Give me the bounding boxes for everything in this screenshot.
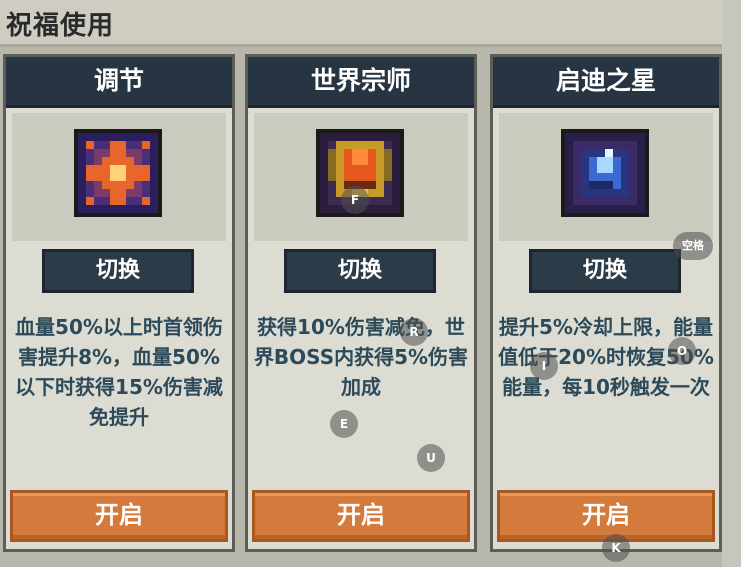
card-description: 获得10%伤害减免，世界BOSS内获得5%伤害加成 [253, 315, 469, 399]
window-title: 祝福使用 [6, 11, 115, 41]
key-hint-u: U [417, 444, 445, 472]
key-hint-i: I [530, 352, 558, 380]
blessing-card-1: 调节 切换 血量50%以上时首领伤害提升8%，血量50%以下时获得15%伤害减免… [3, 54, 235, 552]
key-hint-space: 空格 [673, 232, 713, 260]
open-button[interactable]: 开启 [10, 490, 228, 542]
key-hint-r: R [400, 318, 428, 346]
switch-button[interactable]: 切换 [529, 249, 681, 293]
blue-crystal-icon [561, 129, 649, 217]
radiant-star-icon [74, 129, 162, 217]
switch-button[interactable]: 切换 [42, 249, 194, 293]
key-hint-f: F [341, 186, 369, 214]
blessing-card-2: 世界宗师 切换 获得10%伤害减免，世界BOSS内获得5%伤害加成 开启 [245, 54, 477, 552]
card-description: 血量50%以上时首领伤害提升8%，血量50%以下时获得15%伤害减免提升 [15, 315, 223, 429]
open-button[interactable]: 开启 [252, 490, 470, 542]
switch-button[interactable]: 切换 [284, 249, 436, 293]
blessing-card-3: 启迪之星 切换 提升5%冷却上限，能量值低于20%时恢复50%能量，每10秒触发… [490, 54, 722, 552]
icon-panel [254, 113, 468, 241]
open-button[interactable]: 开启 [497, 490, 715, 542]
key-hint-k: K [602, 534, 630, 562]
card-title: 启迪之星 [493, 57, 719, 108]
card-title: 调节 [6, 57, 232, 108]
scroll-track [722, 0, 741, 567]
key-hint-e: E [330, 410, 358, 438]
icon-panel [12, 113, 226, 241]
key-hint-o: O [668, 337, 696, 365]
card-title: 世界宗师 [248, 57, 474, 108]
icon-panel [499, 113, 713, 241]
window-header: 祝福使用 [0, 0, 722, 47]
